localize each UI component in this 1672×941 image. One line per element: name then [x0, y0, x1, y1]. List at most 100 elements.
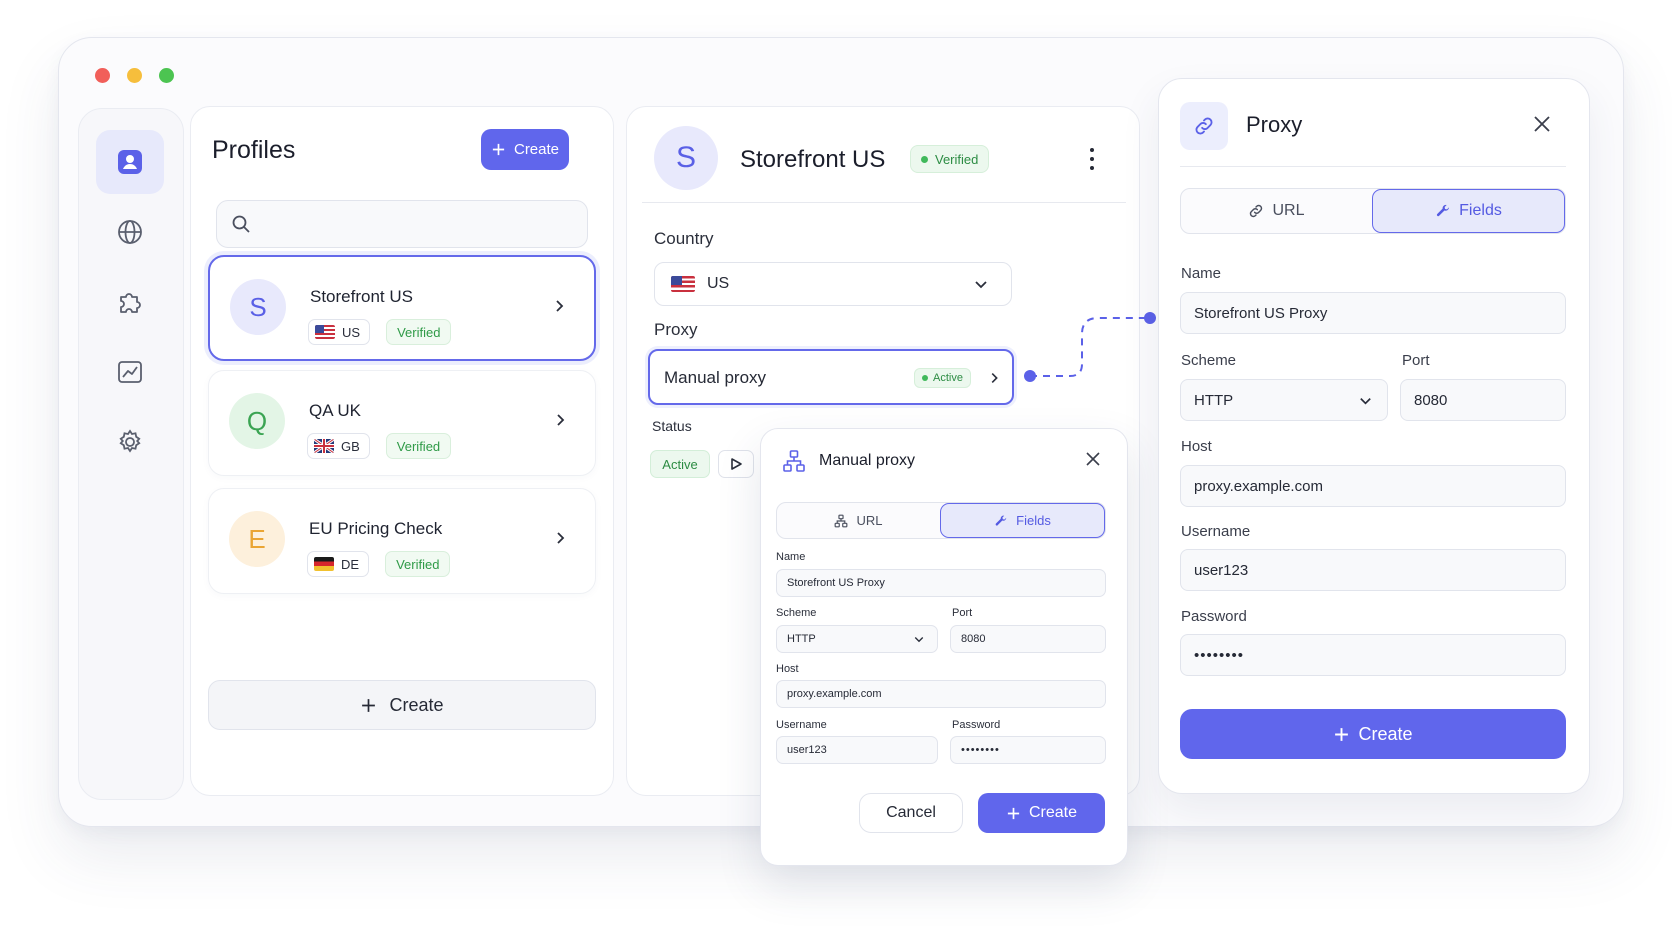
- country-select[interactable]: US: [654, 262, 1012, 306]
- port-input[interactable]: 8080: [1400, 379, 1566, 421]
- profile-name: EU Pricing Check: [309, 519, 443, 538]
- proxy-icon-tile: [1180, 102, 1228, 150]
- rail-extensions-button[interactable]: [96, 270, 164, 334]
- plus-icon: [492, 143, 505, 156]
- play-icon: [731, 458, 742, 470]
- rail-proxies-button[interactable]: [96, 200, 164, 264]
- status-dot-icon: [921, 155, 928, 163]
- proxy-panel: [1158, 78, 1590, 794]
- run-profile-button[interactable]: [718, 450, 754, 478]
- create-profile-button[interactable]: Create: [481, 129, 569, 170]
- search-input[interactable]: [259, 215, 559, 233]
- profile-name: Storefront US: [310, 287, 413, 306]
- proxy-panel-tabs: URL Fields: [1180, 188, 1566, 234]
- tab-url[interactable]: URL: [777, 503, 940, 538]
- connector-line: [1024, 312, 1156, 382]
- create-profile-bottom-button[interactable]: Create: [208, 680, 596, 730]
- username-input[interactable]: user123: [1180, 549, 1566, 591]
- country-badge: US: [308, 319, 371, 345]
- proxy-selector[interactable]: Manual proxy Active: [648, 349, 1014, 405]
- name-label: Name: [776, 551, 806, 563]
- chevron-right-icon: [991, 372, 998, 384]
- chevron-right-icon: [557, 414, 565, 426]
- port-input[interactable]: 8080: [950, 625, 1106, 653]
- password-input[interactable]: ••••••••: [1180, 634, 1566, 676]
- profile-search[interactable]: [216, 200, 588, 248]
- rail-settings-button[interactable]: [96, 410, 164, 474]
- scheme-label: Scheme: [1181, 352, 1237, 369]
- scheme-select[interactable]: HTTP: [776, 625, 938, 653]
- close-icon[interactable]: [1532, 114, 1552, 134]
- scheme-label: Scheme: [776, 607, 817, 619]
- cancel-button[interactable]: Cancel: [859, 793, 963, 833]
- profile-card-qa-uk[interactable]: Q QA UK GB Verified: [208, 370, 596, 476]
- network-icon: [835, 514, 848, 527]
- link-icon: [1195, 117, 1213, 135]
- profiles-title: Profiles: [212, 136, 296, 164]
- username-input[interactable]: user123: [776, 736, 938, 764]
- status-badge: Verified: [386, 319, 452, 345]
- scheme-select[interactable]: HTTP: [1180, 379, 1388, 421]
- plus-icon: [362, 698, 376, 712]
- wrench-icon: [995, 515, 1007, 526]
- popup-title: Manual proxy: [819, 452, 916, 469]
- chevron-right-icon: [556, 300, 564, 312]
- window-minimize-dot[interactable]: [127, 68, 142, 83]
- gb-flag-icon: [314, 439, 334, 453]
- profile-name: QA UK: [309, 401, 361, 420]
- profile-card-storefront-us[interactable]: S Storefront US US Verified: [208, 255, 596, 361]
- name-input[interactable]: Storefront US Proxy: [1180, 292, 1566, 334]
- host-input[interactable]: proxy.example.com: [1180, 465, 1566, 507]
- host-label: Host: [1181, 438, 1212, 455]
- proxy-status-badge: Active: [914, 368, 971, 388]
- username-label: Username: [1181, 523, 1251, 540]
- password-label: Password: [952, 719, 1001, 731]
- popup-tabs: URL Fields: [776, 502, 1106, 539]
- globe-icon: [118, 220, 142, 244]
- network-icon: [783, 450, 805, 472]
- proxy-label: Proxy: [654, 320, 698, 339]
- name-input[interactable]: Storefront US Proxy: [776, 569, 1106, 597]
- link-icon: [1250, 204, 1263, 218]
- proxy-panel-title: Proxy: [1246, 112, 1303, 137]
- avatar: E: [229, 511, 285, 567]
- country-badge: DE: [307, 551, 370, 577]
- profile-card-eu-pricing-check[interactable]: E EU Pricing Check DE Verified: [208, 488, 596, 594]
- plus-icon: [1007, 807, 1020, 819]
- window-maximize-dot[interactable]: [159, 68, 174, 83]
- country-badge: GB: [307, 433, 370, 459]
- wrench-icon: [1437, 204, 1450, 217]
- detail-status-badge: Verified: [910, 145, 990, 173]
- proxy-create-button[interactable]: Create: [1180, 709, 1566, 759]
- rail-profiles-button[interactable]: [96, 130, 164, 194]
- more-options-icon[interactable]: [1084, 146, 1100, 172]
- name-label: Name: [1181, 265, 1222, 282]
- detail-avatar: S: [654, 126, 718, 190]
- de-flag-icon: [314, 557, 334, 571]
- status-badge: Verified: [385, 433, 452, 459]
- chevron-down-icon: [975, 281, 987, 289]
- password-label: Password: [1181, 608, 1247, 625]
- chevron-right-icon: [557, 532, 565, 544]
- avatar: S: [230, 279, 286, 335]
- status-label: Status: [652, 418, 692, 434]
- us-flag-icon: [315, 325, 335, 339]
- host-label: Host: [776, 663, 799, 675]
- host-input[interactable]: proxy.example.com: [776, 680, 1106, 708]
- avatar: Q: [229, 393, 285, 449]
- detail-divider: [642, 202, 1126, 203]
- password-input[interactable]: ••••••••: [950, 736, 1106, 764]
- tab-url[interactable]: URL: [1181, 189, 1372, 233]
- close-icon[interactable]: [1084, 450, 1102, 468]
- puzzle-icon: [120, 293, 141, 313]
- status-badge: Verified: [385, 551, 451, 577]
- tab-fields[interactable]: Fields: [940, 503, 1105, 538]
- proxy-value: Manual proxy: [664, 368, 767, 387]
- popup-create-button[interactable]: Create: [978, 793, 1105, 833]
- rail-analytics-button[interactable]: [96, 340, 164, 404]
- window-close-dot[interactable]: [95, 68, 110, 83]
- plus-icon: [1335, 727, 1349, 741]
- chevron-down-icon: [1360, 397, 1371, 405]
- tab-fields[interactable]: Fields: [1372, 189, 1565, 233]
- proxy-panel-divider: [1180, 166, 1566, 167]
